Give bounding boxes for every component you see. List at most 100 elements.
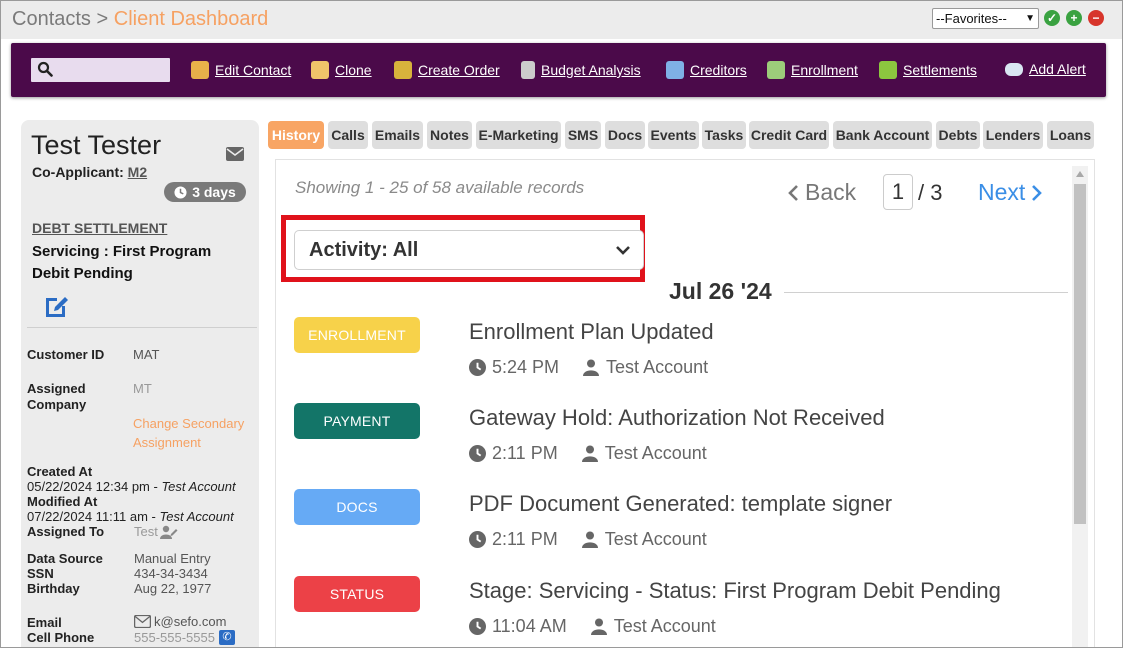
- scroll-up-arrow-icon[interactable]: [1076, 171, 1084, 177]
- alert-icon: [1005, 62, 1023, 76]
- assigned-company-label-2: Company: [27, 397, 87, 412]
- activity-filter-select[interactable]: Activity: All: [294, 230, 644, 270]
- tab-notes[interactable]: Notes: [427, 121, 472, 149]
- history-panel: Showing 1 - 25 of 58 available records B…: [275, 159, 1095, 647]
- tab-credit-card[interactable]: Credit Card: [749, 121, 829, 149]
- days-label: 3 days: [192, 184, 236, 200]
- favorites-selected-value: --Favorites--: [936, 11, 1007, 26]
- clone-icon: [311, 61, 329, 79]
- favorites-select[interactable]: --Favorites-- ▼: [932, 8, 1039, 29]
- tab-sms[interactable]: SMS: [565, 121, 601, 149]
- page-total: / 3: [918, 180, 943, 205]
- co-applicant-link[interactable]: M2: [128, 164, 147, 180]
- assigned-to-label: Assigned To: [27, 524, 105, 539]
- co-applicant: Co-Applicant: M2: [32, 164, 147, 180]
- event-meta: 2:11 PM Test Account: [469, 443, 707, 464]
- assign-user-icon[interactable]: [159, 525, 178, 539]
- add-alert-button[interactable]: Add Alert: [1005, 61, 1086, 77]
- edit-contact-button[interactable]: Edit Contact: [191, 61, 291, 79]
- back-button[interactable]: Back: [787, 179, 856, 206]
- tab-loans[interactable]: Loans: [1047, 121, 1094, 149]
- breadcrumb-contacts[interactable]: Contacts: [12, 8, 91, 30]
- clock-icon: [469, 359, 486, 376]
- next-label: Next: [978, 179, 1026, 205]
- tab-docs[interactable]: Docs: [605, 121, 645, 149]
- budget-analysis-button[interactable]: Budget Analysis: [521, 61, 641, 79]
- search-icon: [37, 61, 53, 77]
- settlements-button[interactable]: Settlements: [879, 61, 977, 79]
- clone-button[interactable]: Clone: [311, 61, 372, 79]
- tab-events[interactable]: Events: [648, 121, 699, 149]
- event-time: 5:24 PM: [492, 357, 560, 377]
- tab-e-marketing[interactable]: E-Marketing: [476, 121, 561, 149]
- co-applicant-label: Co-Applicant:: [32, 164, 124, 180]
- tab-bank-account[interactable]: Bank Account: [833, 121, 932, 149]
- scrollbar-thumb[interactable]: [1074, 184, 1086, 524]
- vertical-scrollbar[interactable]: [1072, 166, 1088, 647]
- servicing-status-line1: Servicing : First Program: [32, 243, 212, 260]
- event-type-badge: DOCS: [294, 489, 420, 525]
- clock-icon: [469, 445, 486, 462]
- change-secondary-link-1[interactable]: Change Secondary: [133, 416, 244, 431]
- next-button[interactable]: Next: [978, 179, 1043, 206]
- date-header: Jul 26 '24: [669, 278, 772, 304]
- client-dashboard-window: Contacts > Client Dashboard --Favorites-…: [0, 0, 1123, 648]
- created-at-value: 05/22/2024 12:34 pm - Test Account: [27, 479, 236, 494]
- activity-filter-value: Activity: All: [309, 238, 419, 261]
- date-divider: [784, 292, 1068, 293]
- assigned-to-value: Test: [134, 524, 178, 539]
- data-source-value: Manual Entry: [134, 551, 211, 566]
- tab-debts[interactable]: Debts: [936, 121, 980, 149]
- event-title: Gateway Hold: Authorization Not Received: [469, 405, 885, 430]
- check-favorite-icon[interactable]: ✓: [1044, 10, 1060, 26]
- event-title: PDF Document Generated: template signer: [469, 491, 893, 516]
- birthday-label: Birthday: [27, 581, 80, 596]
- servicing-status-line2: Debit Pending: [32, 265, 133, 282]
- modified-at-date: 07/22/2024 11:11 am -: [27, 509, 160, 524]
- envelope-icon[interactable]: [134, 615, 151, 628]
- assigned-company-label-1: Assigned: [27, 381, 86, 396]
- add-favorite-icon[interactable]: +: [1066, 10, 1082, 26]
- chevron-down-icon: ▼: [1025, 13, 1035, 24]
- toolbar-search-input[interactable]: [31, 58, 170, 82]
- clock-icon: [469, 531, 486, 548]
- back-label: Back: [805, 179, 857, 205]
- page-number-input[interactable]: 1: [883, 174, 913, 210]
- history-event: PAYMENT Gateway Hold: Authorization Not …: [294, 403, 1064, 483]
- create-order-button[interactable]: Create Order: [394, 61, 500, 79]
- event-type-badge: ENROLLMENT: [294, 317, 420, 353]
- enrollment-label: Enrollment: [791, 62, 858, 78]
- clock-icon: [469, 618, 486, 635]
- phone-icon[interactable]: ✆: [218, 630, 235, 645]
- edit-status-icon[interactable]: [43, 292, 71, 318]
- email-address[interactable]: k@sefo.com: [154, 614, 226, 629]
- tab-history[interactable]: History: [268, 121, 324, 149]
- creditors-icon: [666, 61, 684, 79]
- enrollment-button[interactable]: Enrollment: [767, 61, 858, 79]
- assigned-to-name: Test: [134, 524, 158, 539]
- creditors-button[interactable]: Creditors: [666, 61, 747, 79]
- modified-by: Test Account: [159, 509, 234, 524]
- tab-calls[interactable]: Calls: [328, 121, 368, 149]
- tab-lenders[interactable]: Lenders: [983, 121, 1043, 149]
- contact-name: Test Tester: [31, 130, 162, 160]
- event-title: Stage: Servicing - Status: First Program…: [469, 578, 1001, 603]
- history-event: STATUS Stage: Servicing - Status: First …: [294, 576, 1064, 647]
- event-time: 2:11 PM: [492, 529, 558, 549]
- event-type-badge: PAYMENT: [294, 403, 420, 439]
- clone-label: Clone: [335, 62, 372, 78]
- program-link[interactable]: DEBT SETTLEMENT: [32, 220, 167, 236]
- modified-at-value: 07/22/2024 11:11 am - Test Account: [27, 509, 234, 524]
- tab-tasks[interactable]: Tasks: [702, 121, 746, 149]
- event-user: Test Account: [606, 357, 709, 377]
- change-secondary-link-2[interactable]: Assignment: [133, 435, 201, 450]
- envelope-icon[interactable]: [226, 147, 244, 161]
- remove-favorite-icon[interactable]: −: [1088, 10, 1104, 26]
- tab-emails[interactable]: Emails: [372, 121, 423, 149]
- create-order-icon: [394, 61, 412, 79]
- records-count: Showing 1 - 25 of 58 available records: [295, 178, 585, 197]
- chevron-right-icon: [1032, 184, 1043, 201]
- event-meta: 5:24 PM Test Account: [469, 357, 708, 378]
- top-bar: Contacts > Client Dashboard --Favorites-…: [1, 1, 1122, 39]
- history-event: DOCS PDF Document Generated: template si…: [294, 489, 1064, 569]
